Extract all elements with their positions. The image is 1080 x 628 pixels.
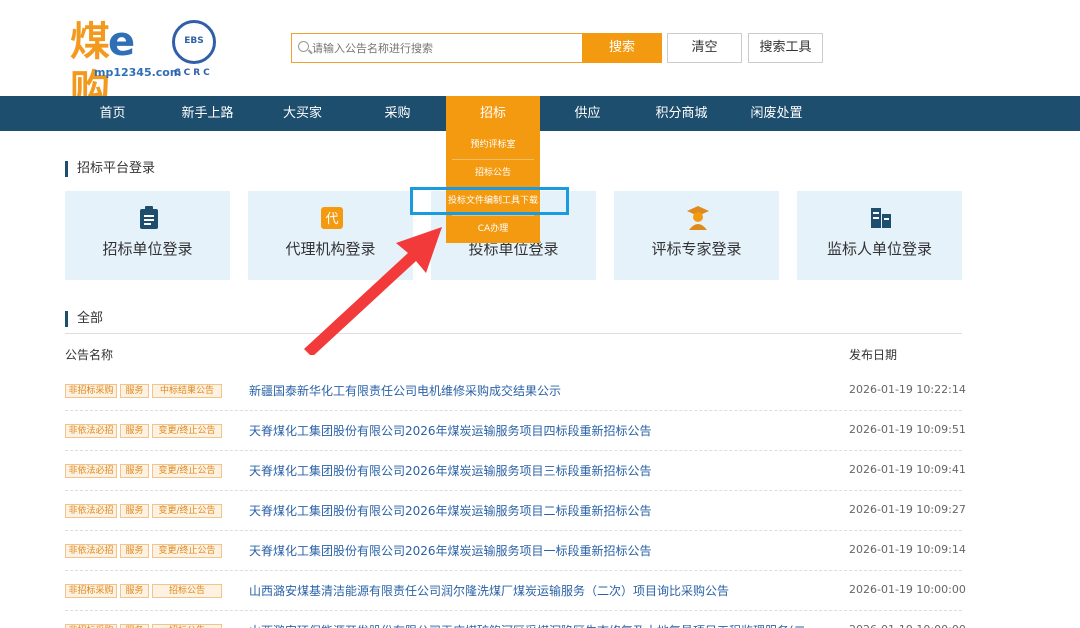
agent-badge-icon: 代	[321, 207, 343, 229]
row-tag: 服务	[120, 424, 149, 438]
row-date: 2026-01-19 10:00:00	[849, 583, 966, 596]
row-tag: 服务	[120, 624, 149, 628]
site-logo[interactable]: 煤e购 mp12345.com	[70, 18, 181, 113]
table-row[interactable]: 非招标采购 服务 中标结果公告 新疆国泰新华化工有限责任公司电机维修采购成交结果公示 2…	[65, 371, 966, 411]
svg-text:代: 代	[325, 212, 338, 227]
nav-item-points-mall[interactable]: 积分商城	[644, 96, 719, 131]
row-title-link[interactable]: 天脊煤化工集团股份有限公司2026年煤炭运输服务项目一标段重新招标公告	[249, 542, 809, 559]
search-input[interactable]	[312, 34, 572, 62]
col-head-date: 发布日期	[849, 348, 898, 362]
row-tag: 服务	[120, 384, 149, 398]
row-tag: 服务	[120, 584, 149, 598]
card-label: 代理机构登录	[285, 240, 376, 258]
ebs-badge-icon: EBS	[172, 20, 216, 64]
login-card-supervisor[interactable]: 监标人单位登录	[797, 191, 962, 280]
clear-button[interactable]: 清空	[667, 33, 742, 63]
card-label: 监标人单位登录	[826, 240, 932, 258]
table-row[interactable]: 非依法必招 服务 变更/终止公告 天脊煤化工集团股份有限公司2026年煤炭运输服务项目…	[65, 491, 966, 531]
row-title-link[interactable]: 天脊煤化工集团股份有限公司2026年煤炭运输服务项目二标段重新招标公告	[249, 502, 809, 519]
section-divider	[65, 333, 962, 334]
row-title-link[interactable]: 山西潞安环保能源开发股份有限公司王庄煤矿鲍河区采煤沉陷区生态修复及土地复垦项目工…	[249, 622, 809, 628]
row-tag: 非依法必招	[65, 464, 117, 478]
table-row[interactable]: 非依法必招 服务 变更/终止公告 天脊煤化工集团股份有限公司2026年煤炭运输服务项目…	[65, 531, 966, 571]
nav-item-bidding[interactable]: 招标	[446, 96, 540, 131]
search-box	[291, 33, 582, 63]
row-tag: 非依法必招	[65, 504, 117, 518]
list-section-title: 全部	[65, 311, 103, 327]
row-tag: 服务	[120, 504, 149, 518]
nav-item-idle-disposal[interactable]: 闲废处置	[739, 96, 814, 131]
highlight-box	[410, 187, 569, 215]
login-card-expert[interactable]: 评标专家登录	[614, 191, 779, 280]
card-label: 招标单位登录	[102, 240, 193, 258]
row-title-link[interactable]: 天脊煤化工集团股份有限公司2026年煤炭运输服务项目三标段重新招标公告	[249, 462, 809, 479]
main-nav: 首页 新手上路 大买家 采购 招标 供应 积分商城 闲废处置	[0, 96, 1080, 131]
table-row[interactable]: 非依法必招 服务 变更/终止公告 天脊煤化工集团股份有限公司2026年煤炭运输服务项目…	[65, 411, 966, 451]
row-date: 2026-01-19 10:00:00	[849, 623, 966, 628]
row-tag: 变更/终止公告	[152, 504, 222, 518]
row-date: 2026-01-19 10:09:41	[849, 463, 966, 476]
search-button[interactable]: 搜索	[582, 33, 662, 63]
row-title-link[interactable]: 山西潞安煤基清洁能源有限责任公司润尔隆洗煤厂煤炭运输服务（二次）项目询比采购公告	[249, 582, 809, 599]
logo-url: mp12345.com	[94, 66, 182, 79]
row-tag: 非依法必招	[65, 424, 117, 438]
row-tag: 变更/终止公告	[152, 464, 222, 478]
card-label: 评标专家登录	[651, 240, 742, 258]
login-card-agent[interactable]: 代 代理机构登录	[248, 191, 413, 280]
row-tag: 招标公告	[152, 624, 222, 628]
clipboard-icon	[140, 206, 158, 229]
row-tag: 服务	[120, 464, 149, 478]
ebs-logo: EBS CCRC	[172, 20, 218, 80]
search-tool-button[interactable]: 搜索工具	[748, 33, 823, 63]
expert-icon	[687, 206, 709, 230]
dropdown-item-evaluation-room[interactable]: 预约评标室	[446, 131, 540, 159]
row-tag: 中标结果公告	[152, 384, 222, 398]
row-tag: 非依法必招	[65, 544, 117, 558]
row-tag: 变更/终止公告	[152, 424, 222, 438]
nav-item-home[interactable]: 首页	[75, 96, 150, 131]
row-tag: 非招标采购	[65, 584, 117, 598]
search-icon	[298, 41, 309, 52]
login-section-title: 招标平台登录	[65, 161, 155, 177]
table-row[interactable]: 非依法必招 服务 变更/终止公告 天脊煤化工集团股份有限公司2026年煤炭运输服务项目…	[65, 451, 966, 491]
col-head-name: 公告名称	[65, 348, 114, 362]
row-tag: 非招标采购	[65, 624, 117, 628]
row-tag: 招标公告	[152, 584, 222, 598]
dropdown-item-ca[interactable]: CA办理	[446, 215, 540, 243]
table-row[interactable]: 非招标采购服务招标公告 山西潞安环保能源开发股份有限公司王庄煤矿鲍河区采煤沉陷区生…	[65, 611, 966, 628]
row-date: 2026-01-19 10:22:14	[849, 383, 966, 396]
nav-item-beginner[interactable]: 新手上路	[170, 96, 245, 131]
nav-item-purchase[interactable]: 采购	[360, 96, 435, 131]
nav-item-big-buyer[interactable]: 大买家	[265, 96, 340, 131]
row-tag: 非招标采购	[65, 384, 117, 398]
ebs-caption: CCRC	[174, 68, 213, 78]
dropdown-item-bid-notice[interactable]: 招标公告	[446, 159, 540, 187]
row-title-link[interactable]: 新疆国泰新华化工有限责任公司电机维修采购成交结果公示	[249, 382, 809, 399]
building-icon	[871, 208, 891, 228]
row-date: 2026-01-19 10:09:27	[849, 503, 966, 516]
row-title-link[interactable]: 天脊煤化工集团股份有限公司2026年煤炭运输服务项目四标段重新招标公告	[249, 422, 809, 439]
row-tag: 服务	[120, 544, 149, 558]
row-date: 2026-01-19 10:09:51	[849, 423, 966, 436]
nav-item-supply[interactable]: 供应	[550, 96, 625, 131]
table-row[interactable]: 非招标采购 服务 招标公告 山西潞安煤基清洁能源有限责任公司润尔隆洗煤厂煤炭运输服务（…	[65, 571, 966, 611]
row-tag: 变更/终止公告	[152, 544, 222, 558]
row-date: 2026-01-19 10:09:14	[849, 543, 966, 556]
site-header: 煤e购 mp12345.com EBS CCRC 搜索 清空 搜索工具	[0, 0, 1080, 113]
login-card-tenderer[interactable]: 招标单位登录	[65, 191, 230, 280]
